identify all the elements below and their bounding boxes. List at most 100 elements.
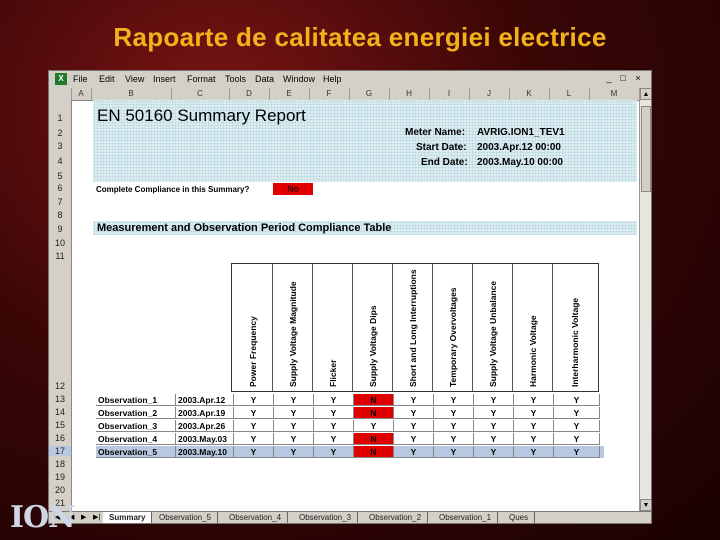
observation-row[interactable]: Observation_4 2003.May.03 Y Y Y N Y Y Y Y Y (96, 433, 604, 445)
row-header[interactable]: 13 (49, 394, 71, 404)
column-header[interactable]: C (171, 88, 230, 100)
compliance-cell-pass[interactable]: Y (234, 420, 274, 432)
row-header-selected[interactable]: 17 (49, 446, 71, 456)
column-header[interactable]: A (71, 88, 92, 100)
row-header[interactable]: 7 (49, 197, 71, 207)
excel-app-icon[interactable]: X (55, 73, 67, 85)
vertical-scrollbar[interactable]: ▲ ▼ (639, 88, 651, 511)
compliance-cell-pass[interactable]: Y (234, 433, 274, 445)
compliance-cell-pass[interactable]: Y (514, 394, 554, 406)
compliance-cell-pass[interactable]: Y (474, 394, 514, 406)
tab-observation-5[interactable]: Observation_5 (153, 512, 219, 523)
close-button[interactable]: × (632, 73, 644, 83)
row-header[interactable]: 12 (49, 381, 71, 391)
compliance-cell-pass[interactable]: Y (434, 433, 474, 445)
menu-view[interactable]: View (125, 74, 144, 84)
observation-row[interactable]: Observation_5 2003.May.10 Y Y Y N Y Y Y Y Y (96, 446, 604, 458)
menu-help[interactable]: Help (323, 74, 342, 84)
menu-insert[interactable]: Insert (153, 74, 176, 84)
compliance-cell-pass[interactable]: Y (274, 407, 314, 419)
menu-format[interactable]: Format (187, 74, 216, 84)
scroll-thumb[interactable] (641, 106, 651, 192)
restore-button[interactable]: □ (617, 73, 629, 83)
compliance-cell-fail[interactable]: N (354, 433, 394, 445)
row-header[interactable]: 8 (49, 210, 71, 220)
observation-row[interactable]: Observation_2 2003.Apr.19 Y Y Y N Y Y Y Y Y (96, 407, 604, 419)
compliance-cell-pass[interactable]: Y (274, 420, 314, 432)
menu-data[interactable]: Data (255, 74, 274, 84)
compliance-cell-fail[interactable]: N (354, 446, 394, 458)
compliance-cell-pass[interactable]: Y (354, 420, 394, 432)
menu-edit[interactable]: Edit (99, 74, 115, 84)
select-all-corner[interactable] (49, 88, 72, 100)
column-header[interactable]: M (589, 88, 640, 100)
tab-observation-4[interactable]: Observation_4 (223, 512, 289, 523)
compliance-cell-pass[interactable]: Y (394, 420, 434, 432)
tab-last-icon[interactable]: ▶| (93, 513, 100, 521)
tab-summary[interactable]: Summary (103, 512, 153, 523)
compliance-cell-pass[interactable]: Y (314, 433, 354, 445)
tab-next-icon[interactable]: ▶ (81, 513, 86, 521)
column-header[interactable]: G (349, 88, 390, 100)
compliance-cell-pass[interactable]: Y (314, 420, 354, 432)
compliance-cell-pass[interactable]: Y (394, 407, 434, 419)
compliance-cell-pass[interactable]: Y (474, 446, 514, 458)
observation-row[interactable]: Observation_1 2003.Apr.12 Y Y Y N Y Y Y Y Y (96, 394, 604, 406)
row-header[interactable]: 4 (49, 156, 71, 166)
row-header[interactable]: 5 (49, 171, 71, 181)
column-header[interactable]: D (229, 88, 270, 100)
compliance-cell-pass[interactable]: Y (474, 407, 514, 419)
compliance-cell-pass[interactable]: Y (474, 433, 514, 445)
compliance-cell-pass[interactable]: Y (274, 394, 314, 406)
compliance-cell-pass[interactable]: Y (314, 407, 354, 419)
compliance-cell-fail[interactable]: N (354, 394, 394, 406)
compliance-cell-pass[interactable]: Y (554, 433, 600, 445)
row-header[interactable]: 16 (49, 433, 71, 443)
menu-window[interactable]: Window (283, 74, 315, 84)
compliance-cell-pass[interactable]: Y (394, 446, 434, 458)
column-header[interactable]: F (309, 88, 350, 100)
row-header[interactable]: 9 (49, 224, 71, 234)
column-header[interactable]: L (549, 88, 590, 100)
compliance-cell-pass[interactable]: Y (274, 446, 314, 458)
compliance-cell-pass[interactable]: Y (234, 407, 274, 419)
column-header[interactable]: H (389, 88, 430, 100)
compliance-cell-pass[interactable]: Y (554, 420, 600, 432)
menu-file[interactable]: File (73, 74, 88, 84)
compliance-cell-pass[interactable]: Y (434, 420, 474, 432)
compliance-cell-pass[interactable]: Y (514, 433, 554, 445)
compliance-cell-pass[interactable]: Y (274, 433, 314, 445)
compliance-cell-pass[interactable]: Y (314, 394, 354, 406)
column-header[interactable]: I (429, 88, 470, 100)
compliance-cell-pass[interactable]: Y (434, 394, 474, 406)
compliance-cell-pass[interactable]: Y (434, 407, 474, 419)
row-header[interactable]: 1 (49, 113, 71, 123)
compliance-cell-pass[interactable]: Y (514, 407, 554, 419)
row-header[interactable]: 2 (49, 128, 71, 138)
column-header[interactable]: E (269, 88, 310, 100)
compliance-cell-pass[interactable]: Y (234, 446, 274, 458)
compliance-cell-pass[interactable]: Y (394, 394, 434, 406)
menu-tools[interactable]: Tools (225, 74, 246, 84)
row-header[interactable]: 6 (49, 183, 71, 193)
column-header[interactable]: J (469, 88, 510, 100)
compliance-cell-fail[interactable]: N (354, 407, 394, 419)
compliance-cell-pass[interactable]: Y (554, 407, 600, 419)
row-header[interactable]: 11 (49, 251, 71, 261)
compliance-cell-pass[interactable]: Y (514, 446, 554, 458)
column-header[interactable]: B (91, 88, 172, 100)
row-header[interactable]: 18 (49, 459, 71, 469)
compliance-cell-pass[interactable]: Y (314, 446, 354, 458)
tab-observation-1[interactable]: Observation_1 (433, 512, 499, 523)
compliance-cell-pass[interactable]: Y (234, 394, 274, 406)
row-header[interactable]: 14 (49, 407, 71, 417)
tab-observation-3[interactable]: Observation_3 (293, 512, 359, 523)
compliance-cell-pass[interactable]: Y (554, 446, 600, 458)
row-header[interactable]: 19 (49, 472, 71, 482)
scroll-up-icon[interactable]: ▲ (640, 88, 651, 100)
compliance-cell-pass[interactable]: Y (514, 420, 554, 432)
tab-observation-2[interactable]: Observation_2 (363, 512, 429, 523)
row-header[interactable]: 20 (49, 485, 71, 495)
minimize-button[interactable]: _ (603, 73, 615, 83)
row-header[interactable]: 15 (49, 420, 71, 430)
